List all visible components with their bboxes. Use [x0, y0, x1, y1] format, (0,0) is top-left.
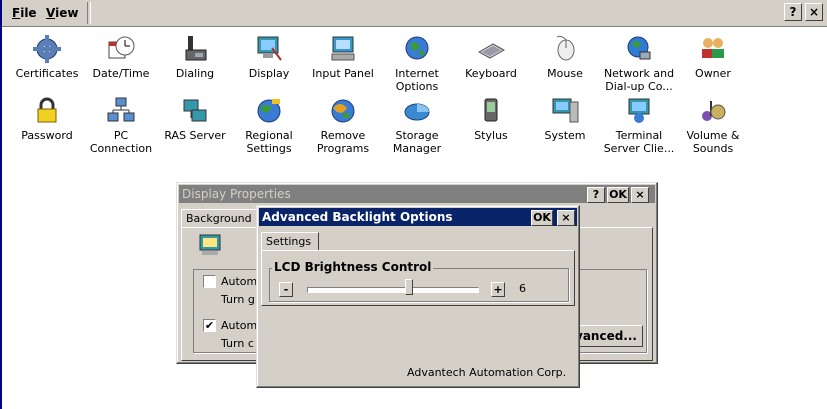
cp-label: Certificates [15, 67, 79, 80]
auto-off-battery-checkbox[interactable] [203, 275, 216, 288]
volume-icon [702, 101, 726, 121]
close-button[interactable]: × [805, 3, 823, 21]
cp-item-dialing[interactable]: Dialing [158, 34, 232, 80]
network-icon [627, 36, 651, 60]
cp-item-certificates[interactable]: Certificates [10, 34, 84, 80]
checkbox1-label: Autom [221, 275, 258, 288]
menu-bar: File View ? × [2, 0, 827, 27]
cp-label: RAS Server [164, 129, 226, 142]
brightness-slider-thumb[interactable] [405, 279, 413, 295]
display-help-button[interactable]: ? [587, 187, 605, 203]
cp-label: Internet Options [395, 67, 439, 93]
display-properties-titlebar: Display Properties ? OK × [179, 185, 655, 203]
cp-item-input-panel[interactable]: Input Panel [306, 34, 380, 80]
checkbox1-sublabel: Turn g [221, 293, 255, 306]
brightness-increase-button[interactable]: + [491, 282, 505, 297]
cp-item-pc-connection[interactable]: PC Connection [84, 96, 158, 155]
cp-label: Stylus [474, 129, 508, 142]
keyboard-icon [477, 43, 506, 59]
cp-item-volume-sounds[interactable]: Volume & Sounds [676, 96, 750, 155]
remove-programs-icon [331, 99, 355, 123]
cp-label: Dialing [175, 67, 215, 80]
cp-label: Owner [695, 67, 731, 80]
backlight-close-button[interactable]: × [557, 210, 575, 226]
cp-label: Terminal Server Clie... [603, 129, 675, 155]
cp-label: Storage Manager [392, 129, 442, 155]
checkbox2-label: Autom [221, 319, 258, 332]
cp-item-internet-options[interactable]: Internet Options [380, 34, 454, 93]
display-ok-button[interactable]: OK [607, 187, 629, 203]
mouse-icon [556, 35, 575, 61]
cp-item-regional-settings[interactable]: Regional Settings [232, 96, 306, 155]
cp-label: Input Panel [312, 67, 374, 80]
backlight-title: Advanced Backlight Options [262, 210, 453, 224]
terminal-server-icon [628, 98, 650, 123]
cp-item-system[interactable]: System [528, 96, 602, 142]
password-icon [37, 97, 57, 123]
cp-item-stylus[interactable]: Stylus [454, 96, 528, 142]
checkbox2-sublabel: Turn c [221, 337, 254, 350]
backlight-titlebar: Advanced Backlight Options OK × [259, 208, 577, 226]
file-menu[interactable]: File [12, 6, 37, 20]
system-icon [552, 98, 579, 123]
regional-globe-icon [257, 99, 281, 123]
backlight-ok-button[interactable]: OK [531, 210, 553, 226]
file-menu-label: ile [20, 6, 37, 20]
file-menu-accel: F [12, 6, 21, 20]
tab-settings[interactable]: Settings [261, 232, 319, 251]
advanced-backlight-dialog: Advanced Backlight Options OK × Settings… [256, 205, 580, 388]
cp-label: Remove Programs [316, 129, 370, 155]
certificates-icon [33, 35, 61, 63]
footer-company-label: Advantech Automation Corp. [407, 366, 567, 379]
cp-label: Network and Dial-up Co... [603, 67, 675, 93]
input-panel-icon [331, 36, 355, 61]
brightness-decrease-button[interactable]: - [279, 282, 293, 297]
view-menu-accel: V [46, 6, 56, 20]
brightness-value: 6 [519, 282, 526, 295]
help-button[interactable]: ? [784, 3, 802, 21]
cp-item-mouse[interactable]: Mouse [528, 34, 602, 80]
cp-label: Date/Time [92, 67, 150, 80]
cp-label: Keyboard [465, 67, 517, 80]
view-menu[interactable]: View [46, 6, 78, 20]
cp-item-keyboard[interactable]: Keyboard [454, 34, 528, 80]
auto-off-external-checkbox[interactable]: ✔ [203, 319, 216, 332]
lcd-brightness-label: LCD Brightness Control [272, 260, 434, 274]
tab-background[interactable]: Background [181, 209, 257, 228]
clock-icon [108, 36, 135, 59]
window-left-border [0, 0, 2, 409]
menu-separator [87, 2, 91, 24]
cp-item-ras-server[interactable]: RAS Server [158, 96, 232, 142]
cp-label: Mouse [547, 67, 583, 80]
cp-item-owner[interactable]: Owner [676, 34, 750, 80]
cp-item-remove-programs[interactable]: Remove Programs [306, 96, 380, 155]
stylus-icon [484, 98, 498, 122]
advanced-button[interactable]: vanced... [569, 325, 643, 347]
phone-icon [185, 36, 207, 61]
globe-icon [405, 36, 429, 60]
cp-label: Display [248, 67, 290, 80]
storage-icon [404, 103, 430, 121]
cp-label: System [544, 129, 586, 142]
display-properties-title: Display Properties [182, 187, 291, 201]
cp-item-terminal-server[interactable]: Terminal Server Clie... [602, 96, 676, 155]
cp-label: PC Connection [89, 129, 153, 155]
cp-label: Password [21, 129, 73, 142]
display-icon [257, 36, 282, 61]
display-close-button[interactable]: × [631, 187, 649, 203]
ras-server-icon [183, 99, 207, 122]
cp-label: Regional Settings [245, 129, 293, 155]
cp-item-display[interactable]: Display [232, 34, 306, 80]
cp-item-network[interactable]: Network and Dial-up Co... [602, 34, 676, 93]
owner-icon [702, 38, 724, 58]
cp-item-date-time[interactable]: Date/Time [84, 34, 158, 80]
brightness-slider-track[interactable] [307, 287, 479, 293]
pc-connection-icon [107, 97, 135, 122]
view-menu-label: iew [55, 6, 79, 20]
backlight-display-icon [199, 234, 221, 255]
cp-item-password[interactable]: Password [10, 96, 84, 142]
cp-label: Volume & Sounds [686, 129, 740, 155]
cp-item-storage-manager[interactable]: Storage Manager [380, 96, 454, 155]
